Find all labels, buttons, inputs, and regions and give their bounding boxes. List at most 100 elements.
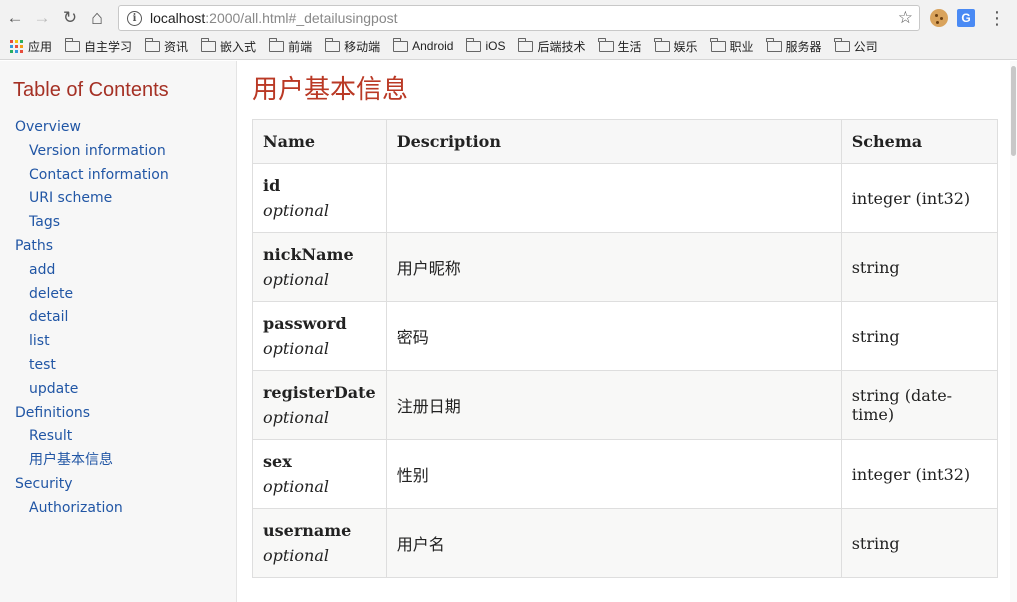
cell-name: username optional [252,508,387,578]
property-optional: optional [263,408,330,427]
toc-list: Overview Version information Contact infor… [15,116,169,521]
section-title: 用户基本信息 [252,74,409,104]
property-optional: optional [263,339,330,358]
table-row: id optional integer (int32) [252,163,999,233]
url-host: localhost [150,10,206,26]
cookie-extension-icon[interactable] [930,9,948,27]
bookmark-item[interactable]: iOS [465,37,506,53]
bookmark-item[interactable]: 自主学习 [64,37,133,55]
bookmark-item[interactable]: 应用 [10,38,52,55]
bookmark-star-icon[interactable]: ☆ [898,8,913,28]
bookmark-label: 公司 [853,39,878,54]
toc-link[interactable]: update [15,378,169,402]
header-schema: Schema [840,119,999,164]
cell-description: 密码 [385,301,842,371]
reload-icon[interactable]: ↻ [59,7,81,29]
cell-schema: integer (int32) [840,163,999,233]
forward-icon[interactable]: → [31,7,53,29]
cell-name: nickName optional [252,232,387,302]
toc-link[interactable]: test [15,354,169,378]
table-row: username optional 用户名 string [252,508,999,578]
cell-schema: string [840,508,999,578]
cell-name: sex optional [252,439,387,509]
folder-icon [268,37,285,52]
bookmark-item[interactable]: 服务器 [766,37,822,55]
toc-link[interactable]: Tags [15,211,169,235]
toc-sidebar: Table of Contents Overview Version inform… [0,61,237,602]
toc-link[interactable]: Overview [15,116,169,140]
bookmarks-bar: 应用 自主学习 资讯 嵌入式 前端 移动端 Android iOS 后端技术 生活 娱乐 职业 服务器 公… [0,36,1017,56]
bookmark-label: 嵌入式 [220,39,257,54]
bookmark-item[interactable]: 公司 [834,37,878,55]
bookmark-label: 资讯 [164,39,189,54]
toc-link[interactable]: Contact information [15,164,169,188]
toc-link[interactable]: delete [15,283,169,307]
home-icon[interactable]: ⌂ [86,7,108,29]
toc-link[interactable]: Definitions [15,402,169,426]
address-url[interactable]: localhost:2000/all.html#_detailusingpost [150,10,398,26]
toc-link[interactable]: Version information [15,140,169,164]
folder-icon [392,37,409,52]
bookmark-label: 娱乐 [673,39,698,54]
bookmark-label: 自主学习 [84,39,133,54]
bookmark-label: 应用 [28,39,53,54]
cell-description: 用户昵称 [385,232,842,302]
toc-link[interactable]: Paths [15,235,169,259]
bookmark-item[interactable]: Android [392,37,454,53]
property-optional: optional [263,477,330,496]
cell-description: 注册日期 [385,370,842,440]
property-optional: optional [263,546,330,565]
bookmark-label: iOS [485,39,506,53]
table-header-row: Name Description Schema [252,119,999,164]
bookmark-item[interactable]: 嵌入式 [200,37,257,55]
toc-title: Table of Contents [13,79,169,101]
bookmark-label: 职业 [729,39,754,54]
main-content: 用户基本信息 Name Description Schema id optiona… [252,61,999,578]
bookmark-item[interactable]: 生活 [598,37,642,55]
bookmark-item[interactable]: 资讯 [144,37,189,55]
toc-link[interactable]: Result [15,425,169,449]
cell-schema: string [840,301,999,371]
folder-icon [465,37,482,52]
bookmark-item[interactable]: 后端技术 [517,37,586,55]
toc-link[interactable]: Authorization [15,497,169,521]
bookmark-item[interactable]: 移动端 [324,37,380,55]
bookmark-item[interactable]: 娱乐 [654,37,698,55]
back-icon[interactable]: ← [4,7,26,29]
browser-menu-icon[interactable]: ⋮ [988,8,1006,28]
folder-icon [710,37,726,52]
folder-icon [517,37,534,52]
property-optional: optional [263,201,330,220]
cell-schema: string [840,232,999,302]
cell-name: registerDate optional [252,370,387,440]
cell-name: password optional [252,301,387,371]
property-name: username [263,521,352,540]
bookmark-item[interactable]: 前端 [268,37,313,55]
bookmark-label: Android [412,39,454,53]
cell-schema: integer (int32) [840,439,999,509]
bookmark-label: 前端 [288,39,313,54]
cell-description: 性别 [385,439,842,509]
bookmark-item[interactable]: 职业 [710,37,754,55]
toc-link[interactable]: detail [15,306,169,330]
address-bar[interactable]: i localhost:2000/all.html#_detailusingpo… [118,5,920,31]
table-row: password optional 密码 string [252,301,999,371]
property-name: registerDate [263,383,376,402]
toc-link[interactable]: list [15,330,169,354]
toc-link[interactable]: 用户基本信息 [15,449,169,473]
toc-link[interactable]: Security [15,473,169,497]
table-row: sex optional 性别 integer (int32) [252,439,999,509]
info-icon[interactable]: i [127,10,142,26]
property-name: sex [263,452,292,471]
header-name: Name [252,119,387,164]
scrollbar-thumb[interactable] [1011,66,1016,156]
toc-link[interactable]: URI scheme [15,187,169,211]
url-path: :2000/all.html#_detailusingpost [205,10,398,26]
translate-extension-icon[interactable]: G [957,9,975,27]
table-row: registerDate optional 注册日期 string (date-tim… [252,370,999,440]
folder-icon [654,37,670,52]
toc-link[interactable]: add [15,259,169,283]
property-name: id [263,176,281,195]
cell-description: 用户名 [385,508,842,578]
property-name: password [263,314,347,333]
